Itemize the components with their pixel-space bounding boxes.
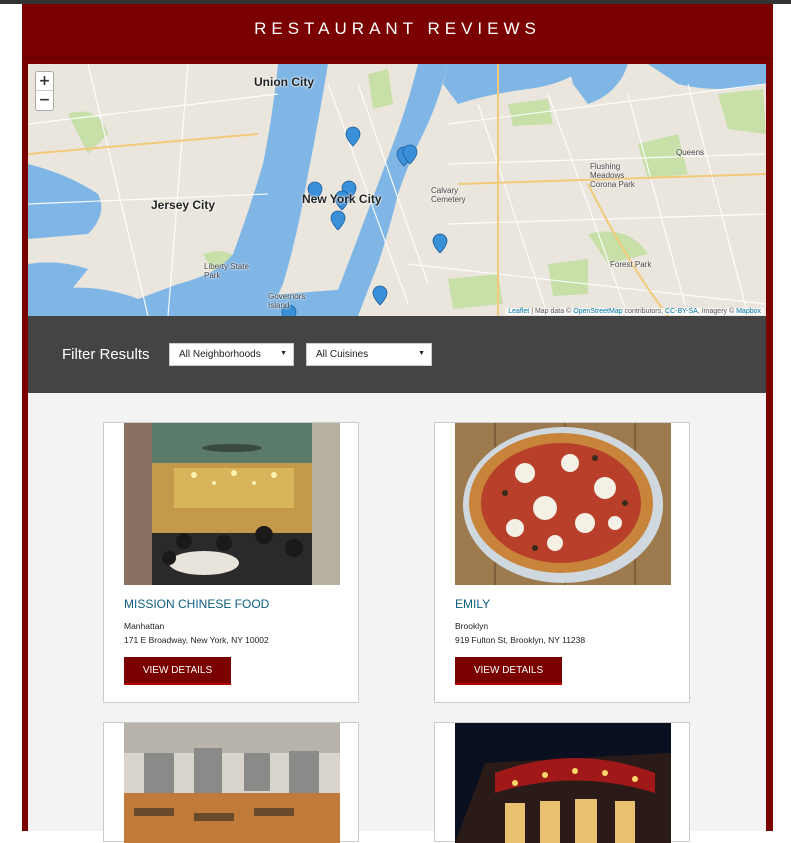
restaurant-card: Mission Chinese Food Manhattan 171 E Bro… bbox=[103, 422, 359, 703]
mapbox-link[interactable]: Mapbox bbox=[736, 308, 761, 315]
restaurant-card bbox=[103, 722, 359, 843]
filter-label: Filter Results bbox=[62, 346, 150, 363]
restaurant-card bbox=[434, 722, 690, 843]
site-title[interactable]: RESTAURANT REVIEWS bbox=[22, 19, 773, 39]
attribution-imagery: , Imagery © bbox=[697, 308, 737, 315]
leaflet-link[interactable]: Leaflet bbox=[508, 308, 529, 315]
restaurant-card: Emily Brooklyn 919 Fulton St, Brooklyn, … bbox=[434, 422, 690, 703]
restaurant-name[interactable]: Mission Chinese Food bbox=[124, 597, 269, 611]
map-label-governors-island: Governors Island bbox=[268, 292, 306, 310]
restaurant-photo bbox=[124, 723, 340, 843]
restaurants-list: Mission Chinese Food Manhattan 171 E Bro… bbox=[28, 393, 766, 843]
restaurant-neighborhood: Brooklyn bbox=[455, 621, 489, 631]
cuisines-select[interactable]: All Cuisines ▼ bbox=[306, 343, 432, 366]
neighborhoods-select-value: All Neighborhoods bbox=[179, 349, 261, 360]
map-label-flushing-meadows: Flushing Meadows Corona Park bbox=[590, 162, 635, 189]
cuisines-select-value: All Cuisines bbox=[316, 349, 369, 360]
map-label-union-city: Union City bbox=[254, 75, 314, 89]
attribution-contributors: contributors, bbox=[622, 308, 666, 315]
filter-bar: Filter Results All Neighborhoods ▼ All C… bbox=[28, 316, 766, 393]
page-frame: RESTAURANT REVIEWS Union City Jersey Cit… bbox=[22, 4, 773, 843]
restaurant-photo bbox=[455, 423, 671, 585]
license-link[interactable]: CC-BY-SA bbox=[665, 308, 698, 315]
map-label-queens: Queens bbox=[676, 148, 705, 157]
restaurant-name[interactable]: Emily bbox=[455, 597, 490, 611]
chevron-down-icon: ▼ bbox=[418, 350, 425, 357]
map-tiles bbox=[28, 64, 766, 316]
map-label-forest-park: Forest Park bbox=[610, 260, 652, 269]
osm-link[interactable]: OpenStreetMap bbox=[573, 308, 622, 315]
restaurant-photo bbox=[455, 723, 671, 843]
view-details-button[interactable]: VIEW DETAILS bbox=[124, 657, 231, 685]
map-label-new-york-city: New York City bbox=[302, 192, 382, 206]
site-header: RESTAURANT REVIEWS bbox=[22, 4, 773, 59]
restaurant-photo bbox=[124, 423, 340, 585]
chevron-down-icon: ▼ bbox=[280, 350, 287, 357]
map[interactable]: Union City Jersey City New York City Lib… bbox=[28, 64, 766, 316]
neighborhoods-select[interactable]: All Neighborhoods ▼ bbox=[169, 343, 294, 366]
map-label-jersey-city: Jersey City bbox=[151, 198, 216, 212]
view-details-button[interactable]: VIEW DETAILS bbox=[455, 657, 562, 685]
map-attribution: Leaflet | Map data © OpenStreetMap contr… bbox=[505, 308, 764, 315]
map-label-liberty-state-park: Liberty State Park bbox=[204, 262, 249, 280]
zoom-out-button[interactable]: − bbox=[36, 91, 53, 110]
zoom-control: + − bbox=[35, 71, 54, 111]
map-label-calvary-cemetery: Calvary Cemetery bbox=[431, 186, 466, 204]
restaurant-address: 919 Fulton St, Brooklyn, NY 11238 bbox=[455, 635, 586, 645]
restaurant-address: 171 E Broadway, New York, NY 10002 bbox=[124, 635, 269, 645]
attribution-text: | Map data © bbox=[529, 308, 574, 315]
zoom-in-button[interactable]: + bbox=[36, 72, 53, 91]
restaurant-neighborhood: Manhattan bbox=[124, 621, 165, 631]
